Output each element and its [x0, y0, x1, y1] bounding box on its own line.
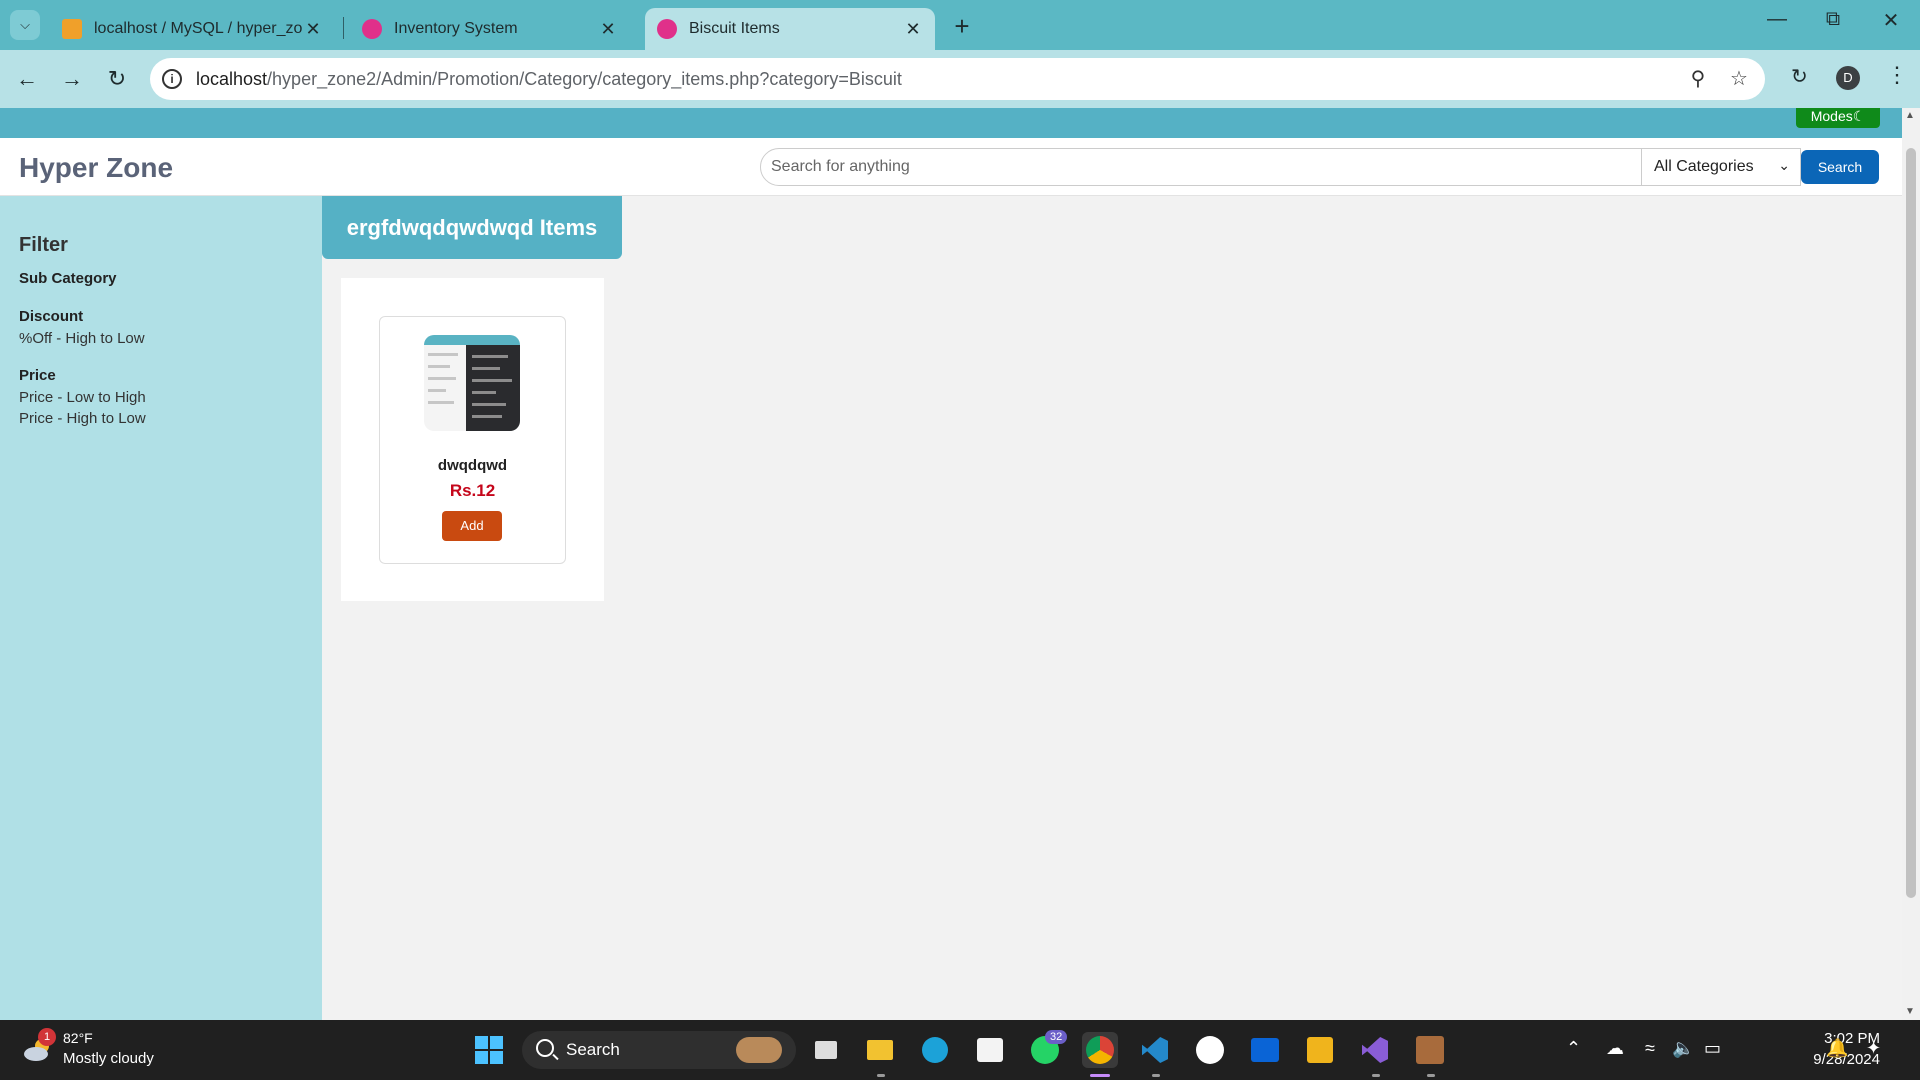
filter-option-price-high-low[interactable]: Price - High to Low [19, 410, 146, 427]
main-content: ergfdwqdqwdwqd Items dwqdqwd Rs.12 Add [322, 196, 1902, 1020]
tab-phpmyadmin[interactable]: localhost / MySQL / hyper_zone ✕ [50, 8, 335, 50]
copilot-icon[interactable]: ✦ [1866, 1038, 1881, 1059]
discount-heading: Discount [19, 308, 84, 325]
extension-icon[interactable]: ↻ [1791, 64, 1808, 89]
product-grid: dwqdqwd Rs.12 Add [341, 278, 604, 601]
address-bar[interactable]: i localhost/hyper_zone2/Admin/Promotion/… [150, 58, 1765, 100]
search-highlight-icon [736, 1037, 782, 1063]
browser-tab-strip: ⌵ localhost / MySQL / hyper_zone ✕ Inven… [0, 0, 1920, 50]
outlook-icon[interactable] [1247, 1032, 1283, 1068]
category-select-value: All Categories [1654, 158, 1754, 175]
chevron-down-icon: ⌄ [1778, 157, 1790, 173]
modes-button[interactable]: Modes☾ [1796, 108, 1880, 128]
visual-studio-icon[interactable] [1357, 1032, 1393, 1068]
game-app-icon[interactable] [1412, 1032, 1448, 1068]
wifi-icon[interactable]: ≈ [1645, 1038, 1655, 1059]
reload-button[interactable]: ↻ [102, 64, 132, 94]
sub-category-heading[interactable]: Sub Category [19, 270, 117, 287]
tab-separator [343, 17, 344, 39]
microsoft-store-icon[interactable] [972, 1032, 1008, 1068]
forward-button[interactable]: → [57, 64, 87, 94]
taskbar-search-label: Search [566, 1040, 620, 1059]
product-image[interactable] [424, 335, 520, 431]
bookmark-star-icon[interactable]: ☆ [1728, 68, 1750, 90]
zoom-icon[interactable]: ⚲ [1687, 68, 1709, 90]
scroll-up-arrow[interactable]: ▲ [1905, 110, 1915, 121]
browser-toolbar: ← → ↻ i localhost/hyper_zone2/Admin/Prom… [0, 50, 1920, 108]
xampp-icon[interactable] [1302, 1032, 1338, 1068]
vscode-icon[interactable] [1137, 1032, 1173, 1068]
top-strip [0, 108, 1902, 138]
phpmyadmin-icon [62, 19, 82, 39]
clock-time[interactable]: 3:02 PM [1760, 1030, 1880, 1047]
clock-date[interactable]: 9/28/2024 [1760, 1051, 1880, 1068]
tab-title: localhost / MySQL / hyper_zone [94, 20, 303, 37]
battery-icon[interactable]: ▭ [1704, 1038, 1721, 1059]
category-heading: ergfdwqdqwdwqd Items [322, 196, 622, 259]
tab-biscuit-items[interactable]: Biscuit Items ✕ [645, 8, 935, 50]
filter-option-discount-high-low[interactable]: %Off - High to Low [19, 330, 145, 347]
close-icon[interactable]: ✕ [903, 19, 923, 40]
whatsapp-desktop-icon[interactable] [1192, 1032, 1228, 1068]
search-button[interactable]: Search [1801, 150, 1879, 184]
wamp-icon [657, 19, 677, 39]
close-icon[interactable]: ✕ [303, 19, 323, 40]
search-input[interactable] [760, 148, 1643, 186]
close-window-button[interactable]: ✕ [1876, 8, 1906, 33]
site-info-icon[interactable]: i [162, 69, 182, 89]
category-select[interactable]: All Categories ⌄ [1641, 148, 1801, 186]
chrome-icon[interactable] [1082, 1032, 1118, 1068]
filter-option-price-low-high[interactable]: Price - Low to High [19, 389, 146, 406]
url-text: localhost/hyper_zone2/Admin/Promotion/Ca… [196, 69, 902, 89]
edge-icon[interactable] [917, 1032, 953, 1068]
file-explorer-icon[interactable] [862, 1032, 898, 1068]
volume-icon[interactable]: 🔈 [1672, 1038, 1694, 1059]
taskbar-search[interactable]: Search [522, 1031, 796, 1069]
tab-search-button[interactable]: ⌵ [10, 10, 40, 40]
menu-icon[interactable]: ⋮ [1886, 62, 1908, 88]
weather-description[interactable]: Mostly cloudy [63, 1050, 154, 1067]
tab-title: Biscuit Items [689, 20, 780, 37]
search-icon [536, 1039, 554, 1057]
windows-start-icon[interactable] [471, 1032, 507, 1068]
profile-avatar[interactable]: D [1836, 66, 1860, 90]
price-heading: Price [19, 367, 56, 384]
notification-bell-icon[interactable]: 🔔 [1826, 1038, 1848, 1059]
whatsapp-badge: 32 [1045, 1030, 1068, 1044]
scroll-down-arrow[interactable]: ▼ [1905, 1006, 1915, 1017]
close-icon[interactable]: ✕ [598, 19, 618, 40]
chevron-down-icon: ⌵ [20, 17, 30, 32]
site-header: Hyper Zone All Categories ⌄ Search [0, 138, 1902, 196]
weather-badge: 1 [38, 1028, 56, 1046]
tab-title: Inventory System [394, 20, 518, 37]
page-viewport: Modes☾ Hyper Zone All Categories ⌄ Searc… [0, 108, 1902, 1020]
page-scrollbar[interactable]: ▲ ▼ [1902, 108, 1920, 1020]
weather-temperature[interactable]: 82°F [63, 1030, 93, 1046]
task-view-icon[interactable] [808, 1032, 844, 1068]
back-button[interactable]: ← [12, 64, 42, 94]
scrollbar-thumb[interactable] [1906, 148, 1916, 898]
product-price: Rs.12 [449, 481, 496, 500]
windows-taskbar: 1 82°F Mostly cloudy Search 32 ⌃ ☁ ≈ 🔈 ▭… [0, 1020, 1920, 1080]
product-name[interactable]: dwqdqwd [380, 457, 565, 474]
new-tab-button[interactable]: + [947, 11, 977, 42]
minimize-button[interactable]: — [1762, 8, 1792, 31]
add-to-cart-button[interactable]: Add [442, 511, 502, 541]
brand-logo[interactable]: Hyper Zone [19, 152, 173, 184]
filter-title: Filter [19, 234, 68, 256]
restore-button[interactable]: ⧉ [1818, 8, 1848, 31]
filter-sidebar: Filter Sub Category Discount %Off - High… [0, 196, 322, 1020]
onedrive-icon[interactable]: ☁ [1606, 1038, 1624, 1059]
tab-inventory-system[interactable]: Inventory System ✕ [350, 8, 630, 50]
wamp-icon [362, 19, 382, 39]
product-card[interactable]: dwqdqwd Rs.12 Add [379, 316, 566, 564]
show-hidden-icons-chevron-icon[interactable]: ⌃ [1566, 1038, 1581, 1059]
